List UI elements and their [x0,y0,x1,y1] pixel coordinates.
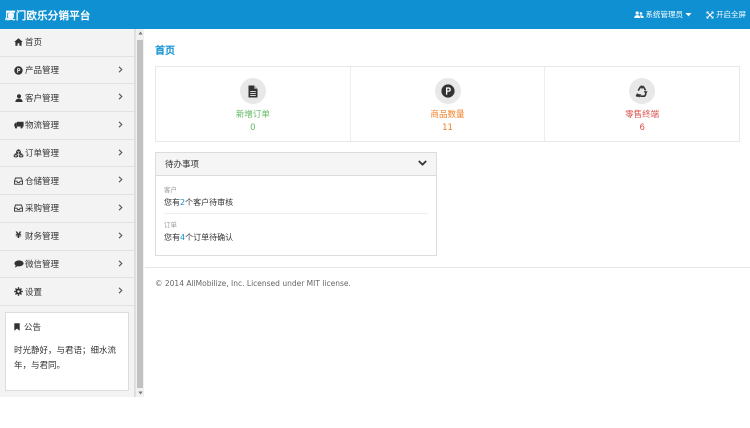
user-menu[interactable]: 系统管理员 [633,9,695,20]
todo-item[interactable]: 客户 您有2个客户待审核 [164,176,428,213]
stat-product-count[interactable]: 商品数量 11 [349,67,545,141]
user-icon [13,92,24,103]
stat-value: 0 [250,123,256,133]
recycle-icon [629,78,656,104]
sidebar-item-settings[interactable]: 设置 [0,278,134,306]
sidebar-item-logistics[interactable]: 物流管理 [0,112,134,140]
page-title: 首页 [155,46,175,57]
sidebar-item-label: 首页 [25,38,43,49]
chevron-right-icon [118,149,123,156]
sidebar-item-label: 采购管理 [25,204,60,215]
comment-icon [13,258,24,269]
sidebar-item-warehouse[interactable]: 仓储管理 [0,167,134,196]
stats-panel: 新增订单 0 商品数量 11 零售终端 6 [155,66,740,142]
scrollbar-thumb[interactable] [137,40,143,388]
chevron-right-icon [118,259,123,267]
sidebar-item-label: 仓储管理 [25,176,60,187]
chevron-right-icon [118,287,123,294]
gear-icon [13,286,24,297]
notice-title: 公告 [24,323,42,333]
stat-label: 零售终端 [625,110,660,120]
sidebar-item-label: 订单管理 [25,149,60,160]
top-right-actions: 系统管理员 开启全屏 [622,9,746,20]
inbox-icon [13,203,24,214]
sidebar-item-label: 财务管理 [25,232,60,243]
todo-category: 订单 [164,221,177,229]
sidebar-item-products[interactable]: 产品管理 [0,57,134,85]
sidebar-item-label: 产品管理 [25,66,60,77]
notice-text: 时光静好，与君语；细水流年，与君同。 [14,346,117,371]
scroll-up-arrow-icon[interactable] [138,31,143,35]
chevron-right-icon [118,204,123,211]
stat-value: 11 [442,123,453,133]
chevron-down-icon[interactable] [418,160,427,166]
footer-copyright: © 2014 AllMobilize, Inc. Licensed under … [155,279,351,288]
sidebar-item-label: 客户管理 [25,93,60,104]
fullscreen-label: 开启全屏 [716,10,746,19]
inbox-icon [13,175,24,186]
chevron-right-icon [118,93,123,100]
sidebar-item-purchasing[interactable]: 采购管理 [0,195,134,223]
todo-category: 客户 [164,186,177,194]
user-label: 系统管理员 [645,10,684,19]
chevron-right-icon [118,176,123,184]
parking-icon [434,78,461,104]
truck-icon [13,120,24,131]
notice-heading: 公告 [14,321,120,333]
file-icon [239,78,266,104]
fullscreen-button[interactable]: 开启全屏 [706,9,746,20]
stat-label: 商品数量 [430,110,465,120]
todo-text: 您有2个客户待审核 [164,198,234,207]
sidebar-item-label: 物流管理 [25,121,60,132]
sidebar-item-orders[interactable]: 订单管理 [0,140,134,168]
sidebar-scrollbar[interactable] [135,29,144,397]
sidebar-item-finance[interactable]: ¥ 财务管理 [0,223,134,251]
top-bar: 厦门欧乐分销平台 系统管理员 开启全屏 [0,0,750,29]
todo-header[interactable]: 待办事项 [156,153,436,176]
bookmark-icon [14,323,20,331]
todo-title: 待办事项 [165,160,200,170]
caret-down-icon [685,13,692,17]
todo-panel: 待办事项 客户 您有2个客户待审核 订单 您有4个订单待确认 [155,152,437,256]
sidebar-item-wechat[interactable]: 微信管理 [0,251,134,279]
home-icon [13,37,24,48]
chevron-right-icon [118,232,123,239]
cubes-icon [13,148,24,159]
stat-retail-terminals[interactable]: 零售终端 6 [544,67,739,141]
footer-divider [145,267,750,268]
sidebar-item-label: 微信管理 [25,259,60,270]
arrows-alt-icon [706,11,714,18]
todo-item[interactable]: 订单 您有4个订单待确认 [164,213,428,248]
stat-new-orders[interactable]: 新增订单 0 [156,67,350,141]
sidebar-item-customers[interactable]: 客户管理 [0,84,134,113]
stat-label: 新增订单 [235,110,270,120]
app-title: 厦门欧乐分销平台 [5,10,91,22]
chevron-right-icon [118,66,123,73]
parking-icon [13,65,24,76]
todo-text: 您有4个订单待确认 [164,233,234,242]
sidebar: 首页 产品管理 客户管理 物流管理 订单管理 仓储管理 采购管理 ¥ 财务管理 … [0,29,135,397]
chevron-right-icon [118,121,123,128]
users-icon [633,10,644,18]
scroll-down-arrow-icon[interactable] [138,391,143,395]
stat-value: 6 [639,123,645,133]
notice-panel: 公告 时光静好，与君语；细水流年，与君同。 [5,312,129,391]
main-content: 首页 新增订单 0 商品数量 11 零售终端 6 待办事项 客户 您有2个客户待… [145,29,750,397]
sidebar-item-label: 设置 [25,287,43,298]
sidebar-item-home[interactable]: 首页 [0,29,134,57]
yen-icon: ¥ [15,231,22,242]
